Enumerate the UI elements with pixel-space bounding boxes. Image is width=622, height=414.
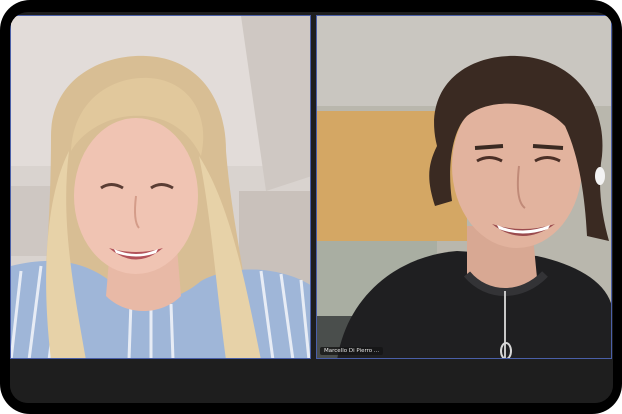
device-frame: Marcello Di Pierro ...	[0, 0, 622, 414]
participant-video-tile-left[interactable]	[10, 15, 311, 359]
participant-name-label: Marcello Di Pierro ...	[320, 347, 384, 355]
participant-video-left	[11, 16, 310, 358]
participant-video-tile-right[interactable]: Marcello Di Pierro ...	[316, 15, 612, 359]
call-bottom-bar	[10, 362, 613, 403]
participant-video-right	[317, 16, 611, 358]
video-call-screen: Marcello Di Pierro ...	[10, 12, 613, 403]
